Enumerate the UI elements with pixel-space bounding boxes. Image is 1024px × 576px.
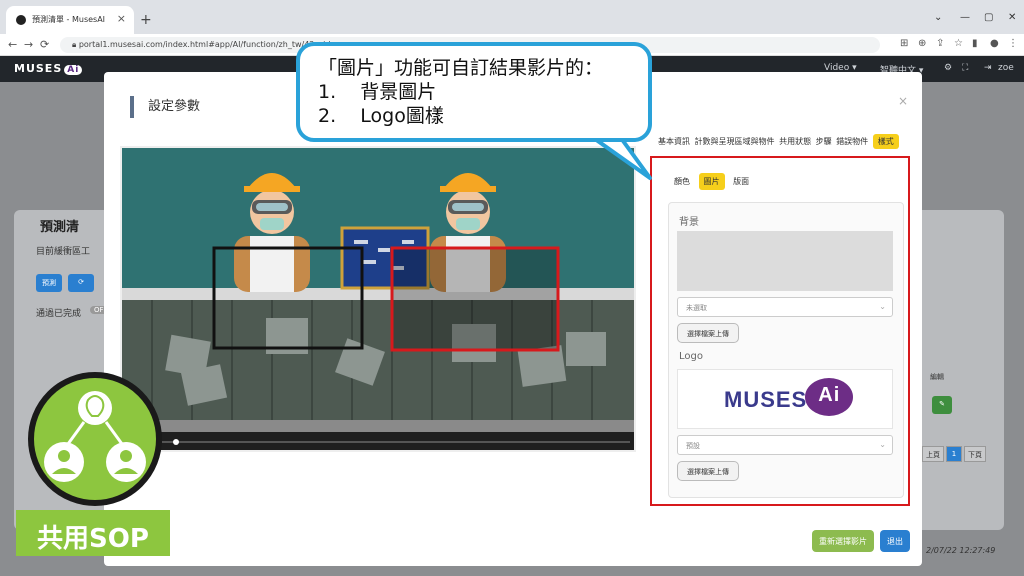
chevron-down-icon: ⌄ — [879, 440, 886, 449]
lock-icon: 🔒︎ — [72, 40, 79, 49]
back-icon[interactable]: ← — [8, 38, 17, 51]
video-preview[interactable] — [120, 146, 636, 452]
annotation-callout: 「圖片」功能可自訂結果影片的： 1. 背景圖片 2. Logo圖樣 — [296, 42, 652, 142]
edit-column-header: 編輯 — [930, 373, 944, 381]
minimize-icon[interactable]: — — [960, 12, 970, 23]
logo-select[interactable]: 預設 ⌄ — [677, 435, 893, 455]
tab-search-icon[interactable]: ⌄ — [934, 12, 942, 23]
window-close-icon[interactable]: ✕ — [1008, 12, 1016, 23]
subtab-image[interactable]: 圖片 — [698, 173, 725, 190]
sidebar-icon[interactable]: ▮ — [972, 38, 978, 49]
modal-title: 設定參數 — [130, 96, 200, 118]
timestamp: 2/07/22 12:27:49 — [926, 546, 996, 555]
tab-basic-info[interactable]: 基本資訊 — [658, 137, 690, 146]
url-text: portal1.musesai.com/index.html#app/AI/fu… — [78, 40, 336, 49]
settings-icon[interactable]: ⚙ — [944, 63, 952, 73]
new-tab-icon[interactable]: + — [140, 12, 152, 28]
callout-line-2: 1. 背景圖片 — [318, 81, 437, 103]
modal-close-icon[interactable]: × — [898, 94, 908, 108]
image-settings-card: 背景 未選取 ⌄ 選擇檔案上傳 Logo MUSES Ai 預設 ⌄ 選擇檔案上傳 — [668, 202, 904, 498]
predict-button[interactable]: 預測 — [36, 274, 62, 292]
prediction-list-description: 目前緩衝區工 — [36, 247, 91, 257]
muses-ai-logo: MUSES Ai — [724, 378, 854, 420]
edit-icon[interactable]: ✎ — [932, 396, 952, 414]
callout-line-1: 「圖片」功能可自訂結果影片的： — [318, 57, 604, 79]
browser-tab-strip: 預測清單 - MusesAI × + ⌄ — ▢ ✕ — [0, 0, 1024, 34]
translate-icon[interactable]: ⊞ — [900, 38, 908, 49]
shared-sop-badge: 共用SOP — [16, 510, 170, 556]
logo-label: Logo — [679, 351, 703, 362]
background-select-value: 未選取 — [686, 304, 707, 312]
settings-tabs: 基本資訊 計數與呈現區域與物件 共用狀態 步驟 錯誤物件 樣式 — [658, 134, 901, 156]
tab-close-icon[interactable]: × — [117, 12, 126, 25]
profile-icon[interactable]: ● — [990, 38, 999, 49]
background-label: 背景 — [679, 217, 699, 228]
browser-menu-icon[interactable]: ⋮ — [1008, 38, 1018, 49]
pager-next[interactable]: 下頁 — [964, 446, 986, 462]
bookmark-star-icon[interactable]: ☆ — [954, 38, 963, 49]
shared-sop-icon — [28, 372, 162, 506]
people-network-icon — [44, 391, 146, 482]
tab-counting-regions[interactable]: 計數與呈現區域與物件 — [695, 137, 775, 146]
style-subtabs: 顏色 圖片 版面 — [674, 173, 755, 190]
factory-scene-illustration — [122, 148, 634, 450]
pager-prev[interactable]: 上頁 — [922, 446, 944, 462]
share-icon[interactable]: ⇪ — [936, 38, 944, 49]
chevron-down-icon: ⌄ — [879, 302, 886, 311]
tab-steps[interactable]: 步驟 — [816, 137, 832, 146]
subtab-color[interactable]: 顏色 — [674, 177, 690, 186]
logo-upload-button[interactable]: 選擇檔案上傳 — [677, 461, 739, 481]
background-upload-button[interactable]: 選擇檔案上傳 — [677, 323, 739, 343]
exit-button[interactable]: 退出 — [880, 530, 910, 552]
tab-error-objects[interactable]: 錯誤物件 — [836, 137, 868, 146]
zoom-icon[interactable]: ⊕ — [918, 38, 926, 49]
callout-line-3: 2. Logo圖樣 — [318, 105, 444, 127]
forward-icon[interactable]: → — [24, 38, 33, 51]
maximize-icon[interactable]: ▢ — [984, 12, 993, 23]
style-settings-panel: 顏色 圖片 版面 背景 未選取 ⌄ 選擇檔案上傳 Logo MUSES Ai 預設… — [650, 156, 910, 506]
app-logo[interactable]: MUSES Ai — [14, 62, 83, 75]
status-text: 通過已完成 — [36, 309, 82, 319]
tab-style[interactable]: 樣式 — [872, 134, 899, 149]
logout-icon[interactable]: ⇥ — [984, 63, 992, 73]
logo-preview: MUSES Ai — [677, 369, 893, 429]
fullscreen-icon[interactable]: ⛶ — [962, 63, 968, 73]
browser-tab-title: 預測清單 - MusesAI — [32, 15, 106, 24]
username: zoe — [998, 63, 1014, 73]
refresh-button[interactable]: ⟳ — [68, 274, 94, 292]
tab-shared-state[interactable]: 共用狀態 — [779, 137, 811, 146]
favicon-icon — [16, 15, 26, 25]
browser-tab[interactable]: 預測清單 - MusesAI × — [6, 6, 134, 34]
prediction-list-title: 預測清 — [40, 220, 80, 235]
logo-select-value: 預設 — [686, 442, 700, 450]
background-select[interactable]: 未選取 ⌄ — [677, 297, 893, 317]
reload-icon[interactable]: ⟳ — [40, 38, 49, 51]
reselect-video-button[interactable]: 重新選擇影片 — [812, 530, 874, 552]
background-preview — [677, 231, 893, 291]
pager-page[interactable]: 1 — [946, 446, 962, 462]
subtab-layout[interactable]: 版面 — [733, 177, 749, 186]
